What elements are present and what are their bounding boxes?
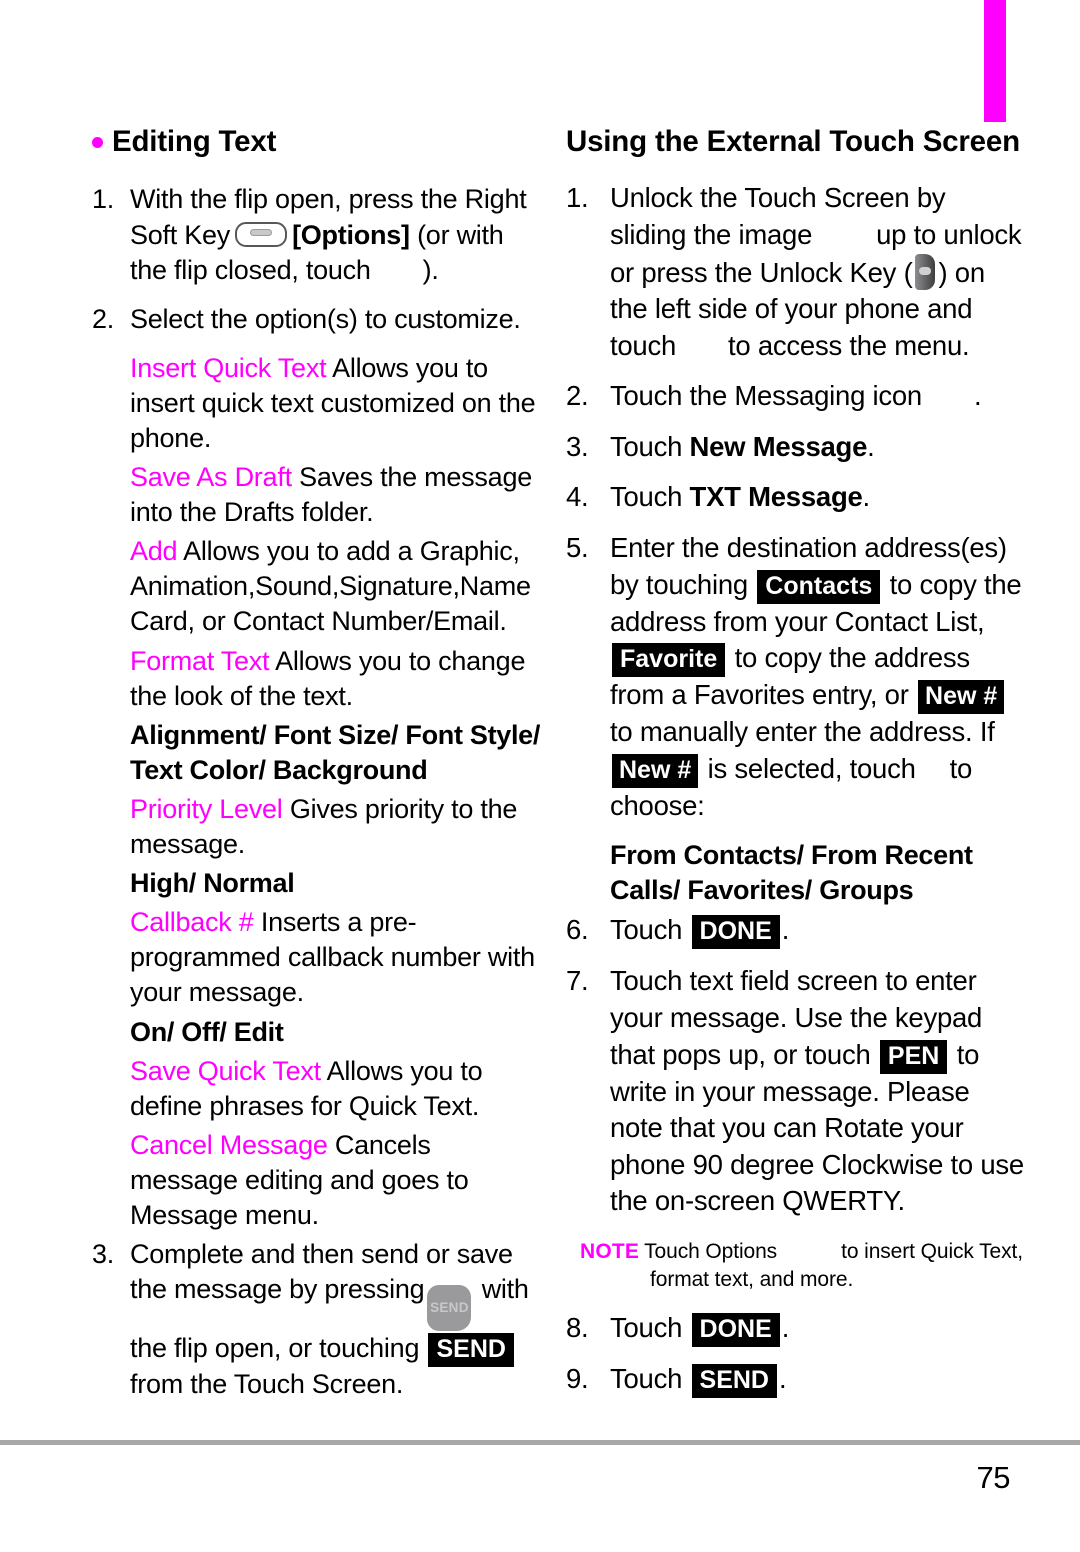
send-touch-badge[interactable]: SEND — [428, 1333, 514, 1368]
step-text: Touch text field screen to enter your me… — [610, 965, 1024, 1217]
step-text: Touch TXT Message. — [610, 481, 870, 513]
step-text: Enter the destination address(es) by tou… — [610, 531, 1022, 821]
step-number: 4. — [566, 481, 589, 513]
option-term: Add — [130, 536, 178, 567]
option-term: Insert Quick Text — [130, 352, 327, 383]
footer-divider — [0, 1440, 1080, 1445]
option-term: Priority Level — [130, 793, 283, 824]
manual-page: Editing Text 1. With the flip open, pres… — [0, 0, 1080, 1552]
option-format-text-values: Alignment/ Font Size/ Font Style/ Text C… — [130, 719, 541, 785]
right-step-5: 5. Enter the destination address(es) by … — [566, 530, 1028, 824]
step-number: 1. — [92, 184, 115, 215]
note-text-b: to insert Quick Text, — [841, 1239, 1024, 1263]
option-save-as-draft: Save As Draft Saves the message into the… — [92, 460, 544, 530]
right-step-2: 2. Touch the Messaging icon. — [566, 378, 1028, 415]
step-number: 8. — [566, 1312, 589, 1344]
right-column: Using the External Touch Screen 1. Unloc… — [566, 125, 1028, 1416]
option-priority-level-values: High/ Normal — [130, 868, 295, 899]
unlock-key-icon — [915, 253, 936, 290]
option-term: Cancel Message — [130, 1129, 328, 1160]
right-step-6: 6. Touch DONE. — [566, 912, 1028, 950]
address-source-options: From Contacts/ From Recent Calls/ Favori… — [610, 840, 973, 906]
option-term: Save As Draft — [130, 462, 292, 493]
right-step-8: 8. Touch DONE. — [566, 1310, 1028, 1348]
left-column: Editing Text 1. With the flip open, pres… — [92, 125, 544, 1416]
option-add: Add Allows you to add a Graphic, Animati… — [92, 534, 544, 639]
page-number: 75 — [976, 1460, 1011, 1495]
left-step-2: 2. Select the option(s) to customize. — [92, 302, 544, 337]
step-text: With the flip open, press the Right Soft… — [130, 184, 527, 285]
step-number: 5. — [566, 531, 589, 563]
step-number: 1. — [566, 182, 589, 214]
right-step-7: 7. Touch text field screen to enter your… — [566, 963, 1028, 1219]
right-step-4: 4. Touch TXT Message. — [566, 479, 1028, 516]
note-block: NOTE Touch Options to insert Quick Text, f… — [580, 1238, 1028, 1295]
option-description: Allows you to add a Graphic, Animation,S… — [130, 536, 531, 637]
option-term: Save Quick Text — [130, 1055, 321, 1086]
step-text: Complete and then send or save the messa… — [130, 1239, 529, 1400]
two-column-body: Editing Text 1. With the flip open, pres… — [0, 125, 1080, 1416]
option-callback-number: Callback # Inserts a pre-programmed call… — [92, 905, 544, 1010]
option-insert-quick-text: Insert Quick Text Allows you to insert q… — [92, 351, 544, 456]
right-section-heading: Using the External Touch Screen — [566, 125, 1028, 158]
step-number: 3. — [566, 430, 589, 462]
option-format-text: Format Text Allows you to change the loo… — [92, 644, 544, 714]
note-text-line2: format text, and more. — [650, 1268, 854, 1292]
new-number-badge[interactable]: New # — [918, 680, 1005, 715]
section-tab-marker — [984, 0, 1006, 122]
step-number: 2. — [566, 380, 589, 412]
note-label: NOTE — [580, 1239, 640, 1263]
step-number: 2. — [92, 303, 115, 334]
step-number: 6. — [566, 914, 589, 946]
option-priority-level: Priority Level Gives priority to the mes… — [92, 792, 544, 862]
step-text: Select the option(s) to customize. — [130, 303, 521, 334]
step-number: 3. — [92, 1239, 115, 1270]
right-step-1: 1. Unlock the Touch Screen by sliding th… — [566, 180, 1028, 364]
options-bracket-label: [Options] — [292, 219, 410, 250]
new-number-badge[interactable]: New # — [612, 753, 699, 788]
option-cancel-message: Cancel Message Cancels message editing a… — [92, 1128, 544, 1233]
left-heading-text: Editing Text — [112, 125, 277, 158]
option-term: Callback # — [130, 907, 254, 938]
step-text: Touch New Message. — [610, 430, 875, 462]
contacts-badge[interactable]: Contacts — [757, 569, 881, 604]
option-callback-values: On/ Off/ Edit — [130, 1016, 284, 1047]
step-text: Touch the Messaging icon. — [610, 380, 982, 412]
step-number: 9. — [566, 1363, 589, 1395]
left-step-1: 1. With the flip open, press the Right S… — [92, 182, 544, 287]
send-hardware-key-icon: SEND — [427, 1285, 472, 1332]
step-text: Touch SEND. — [610, 1361, 1028, 1399]
step-text: Touch DONE. — [610, 912, 1028, 950]
option-term: Format Text — [130, 645, 270, 676]
done-badge[interactable]: DONE — [691, 1313, 780, 1348]
right-heading-text: Using the External Touch Screen — [566, 125, 1020, 158]
send-badge[interactable]: SEND — [691, 1364, 777, 1399]
new-message-label: New Message — [689, 430, 868, 462]
option-save-quick-text: Save Quick Text Allows you to define phr… — [92, 1054, 544, 1124]
left-step-3: 3. Complete and then send or save the me… — [92, 1237, 544, 1402]
pen-badge[interactable]: PEN — [879, 1039, 948, 1074]
step-text: Unlock the Touch Screen by sliding the i… — [610, 182, 1022, 361]
done-badge[interactable]: DONE — [691, 915, 780, 950]
bullet-icon — [92, 136, 103, 148]
note-text-a: Touch Options — [644, 1239, 778, 1263]
right-step-9: 9. Touch SEND. — [566, 1361, 1028, 1399]
txt-message-label: TXT Message — [689, 481, 863, 513]
favorite-badge[interactable]: Favorite — [612, 643, 726, 678]
left-section-heading: Editing Text — [92, 125, 544, 158]
right-step-3: 3. Touch New Message. — [566, 429, 1028, 466]
step-number: 7. — [566, 965, 589, 997]
soft-key-icon — [235, 221, 288, 247]
step-text: Touch DONE. — [610, 1310, 1028, 1348]
